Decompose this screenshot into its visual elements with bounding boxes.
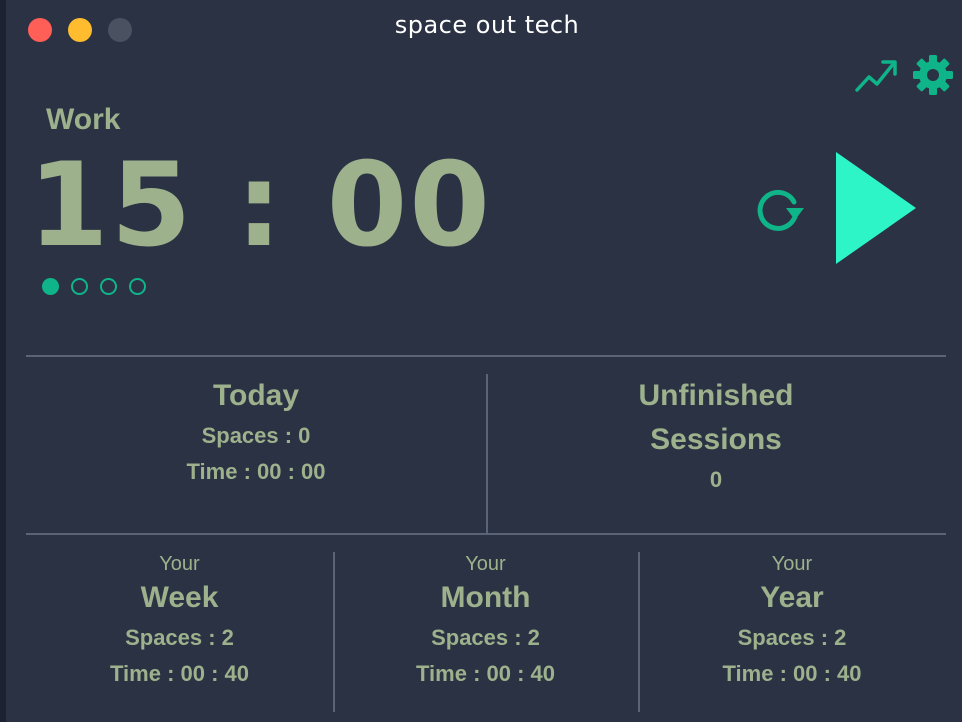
week-title: Week xyxy=(140,581,219,614)
year-prefix: Your xyxy=(771,553,813,575)
play-icon[interactable] xyxy=(834,150,918,266)
week-prefix: Your xyxy=(159,553,200,575)
divider-middle xyxy=(26,533,946,535)
session-dot-pending xyxy=(129,278,146,295)
unfinished-title-line2: Sessions xyxy=(650,423,782,456)
year-time: Time : 00 : 40 xyxy=(722,661,862,686)
refresh-icon[interactable] xyxy=(750,182,806,238)
session-dot-completed xyxy=(42,278,59,295)
title-bar: space out tech xyxy=(6,0,962,56)
timer-display: 15 : 00 xyxy=(28,138,493,273)
month-time: Time : 00 : 40 xyxy=(416,661,555,686)
today-time: Time : 00 : 00 xyxy=(186,459,326,484)
month-stats: Your Month Spaces : 2 Time : 00 : 40 xyxy=(333,552,638,692)
unfinished-count: 0 xyxy=(709,467,723,492)
unfinished-sessions: Unfinished Sessions 0 xyxy=(486,374,946,498)
session-dot-pending xyxy=(100,278,117,295)
top-toolbar xyxy=(854,54,954,96)
today-title: Today xyxy=(212,379,300,412)
month-spaces: Spaces : 2 xyxy=(431,625,540,650)
week-stats: Your Week Spaces : 2 Time : 00 : 40 xyxy=(26,552,333,692)
month-title: Month xyxy=(440,581,531,614)
week-time: Time : 00 : 40 xyxy=(110,661,249,686)
today-stats: Today Spaces : 0 Time : 00 : 00 xyxy=(26,374,486,490)
month-prefix: Your xyxy=(465,553,506,575)
today-spaces: Spaces : 0 xyxy=(201,423,311,448)
session-dot-pending xyxy=(71,278,88,295)
unfinished-title-line1: Unfinished xyxy=(638,379,794,412)
year-spaces: Spaces : 2 xyxy=(737,625,847,650)
year-title: Year xyxy=(760,581,824,614)
window-title: space out tech xyxy=(394,11,580,39)
week-spaces: Spaces : 2 xyxy=(125,625,234,650)
session-progress-dots xyxy=(42,278,146,295)
trending-up-icon[interactable] xyxy=(854,55,898,95)
year-stats: Your Year Spaces : 2 Time : 00 : 40 xyxy=(638,552,946,692)
gear-icon[interactable] xyxy=(912,54,954,96)
app-window: space out tech Work 15 : 00 Today Spaces… xyxy=(0,0,962,722)
timer-mode-label: Work xyxy=(46,103,121,136)
divider-top xyxy=(26,355,946,357)
